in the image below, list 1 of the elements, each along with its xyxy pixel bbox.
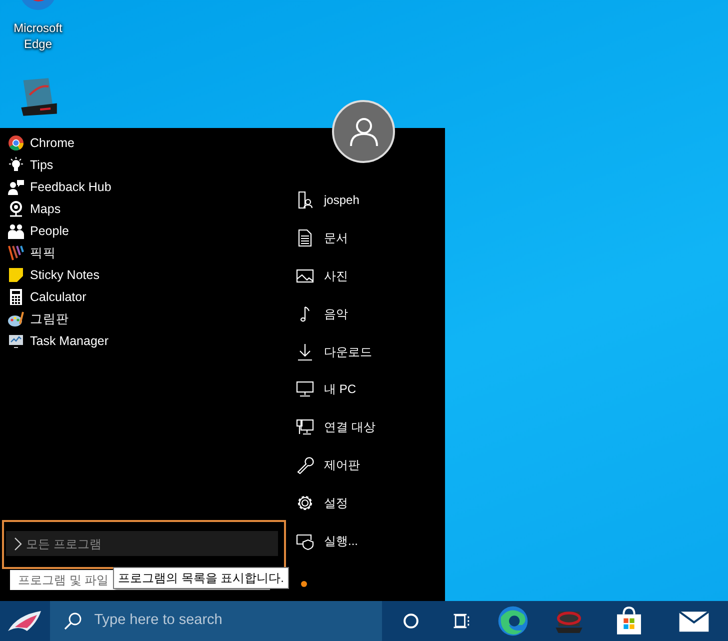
tooltip: 프로그램의 목록을 표시합니다. — [113, 567, 290, 589]
